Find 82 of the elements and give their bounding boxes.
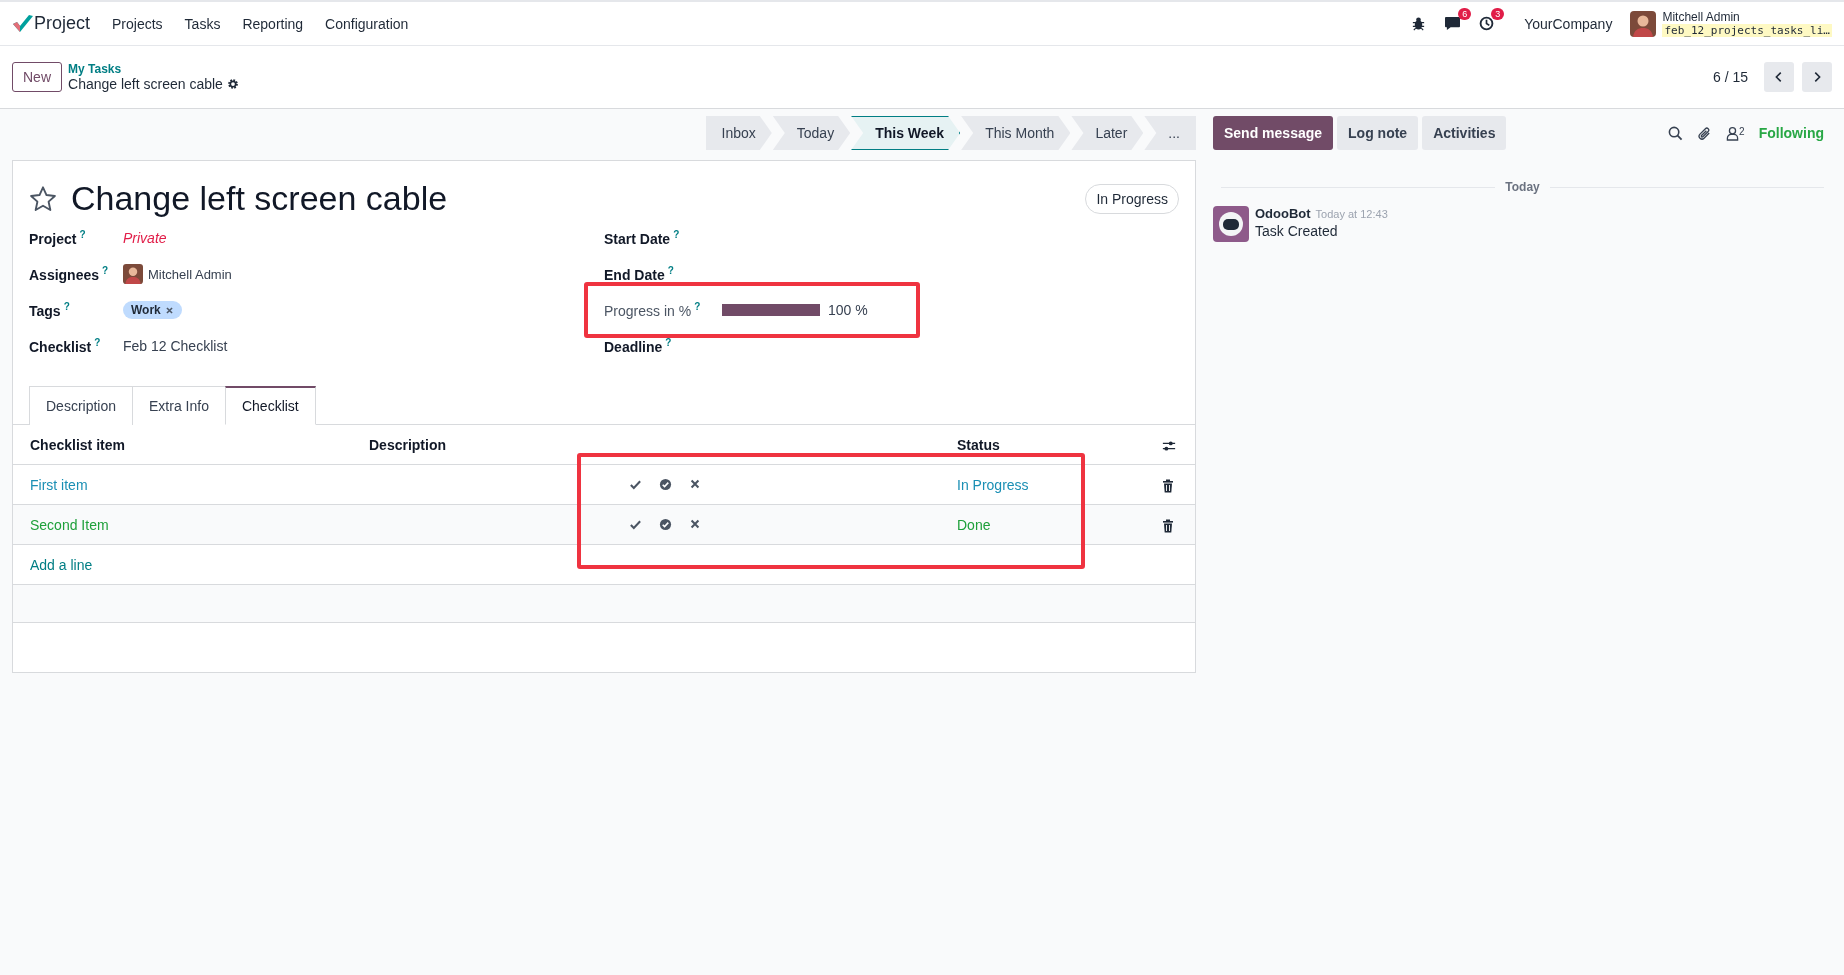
assignee-name[interactable]: Mitchell Admin <box>148 266 232 282</box>
help-mark[interactable]: ? <box>79 229 86 241</box>
record-name: Change left screen cable <box>68 76 223 92</box>
field-label: Checklist <box>29 338 92 355</box>
field-label: Progress in % <box>604 302 692 319</box>
pager-counter[interactable]: 6 / 15 <box>1712 69 1748 85</box>
bot-avatar <box>1213 206 1249 242</box>
help-mark[interactable]: ? <box>94 337 101 349</box>
notebook-tab[interactable]: Extra Info <box>132 386 226 425</box>
message-time: Today at 12:43 <box>1315 208 1388 220</box>
settings-icon[interactable] <box>226 78 239 90</box>
state-badge[interactable]: In Progress <box>1085 183 1179 214</box>
task-title: Change left screen cable <box>71 179 448 218</box>
check-circle-icon[interactable] <box>659 478 672 491</box>
help-mark[interactable]: ? <box>673 229 680 241</box>
company-switcher[interactable]: YourCompany <box>1524 15 1613 32</box>
progress-reading: 100 % <box>828 302 868 318</box>
help-mark[interactable]: ? <box>694 301 701 313</box>
breadcrumb-link[interactable]: My Tasks <box>68 62 239 76</box>
chatter-button[interactable]: Log note <box>1337 116 1419 150</box>
field-label: Assignees <box>29 266 100 283</box>
message-count-badge: 6 <box>1458 8 1472 20</box>
column-header: Description <box>368 436 447 453</box>
assignee-avatar <box>123 264 143 284</box>
date-separator: Today <box>1505 180 1540 194</box>
database-name: feb_12_projects_tasks_li… <box>1662 24 1832 37</box>
field-label: End Date <box>604 266 665 283</box>
field-label: Start Date <box>604 230 671 247</box>
delete-icon[interactable] <box>1162 478 1174 493</box>
app-logo-icon[interactable] <box>12 13 34 34</box>
help-mark[interactable]: ? <box>102 265 109 277</box>
help-mark[interactable]: ? <box>63 301 70 313</box>
column-header: Checklist item <box>29 436 126 453</box>
delete-icon[interactable] <box>1162 518 1174 533</box>
status-stage[interactable]: Later <box>1071 116 1144 150</box>
activity-count-badge: 3 <box>1491 8 1505 20</box>
field-label: Project <box>29 230 77 247</box>
user-name[interactable]: Mitchell Admin <box>1662 10 1832 24</box>
status-stage[interactable]: This Week <box>851 116 961 150</box>
tag-remove-icon[interactable] <box>164 305 174 315</box>
status-stage[interactable]: Today <box>772 116 851 150</box>
followers-icon[interactable] <box>1726 125 1740 141</box>
new-button[interactable]: New <box>12 62 62 92</box>
follower-count: 2 <box>1739 125 1745 137</box>
star-icon[interactable] <box>29 184 57 213</box>
paperclip-icon[interactable] <box>1697 125 1713 141</box>
help-mark[interactable]: ? <box>667 265 674 277</box>
bug-icon[interactable] <box>1411 16 1427 31</box>
field-label: Deadline <box>604 338 663 355</box>
add-line-link[interactable]: Add a line <box>13 556 1195 573</box>
status-cell-text: In Progress <box>956 476 1030 493</box>
status-stage[interactable]: This Month <box>961 116 1071 150</box>
help-mark[interactable]: ? <box>665 337 672 349</box>
chat-icon[interactable] <box>1444 16 1462 31</box>
menu-item[interactable]: Configuration <box>325 15 409 32</box>
notebook-tab[interactable]: Checklist <box>224 386 316 425</box>
menu-item[interactable]: Tasks <box>184 15 221 32</box>
clock-icon[interactable] <box>1479 16 1495 31</box>
menu-item[interactable]: Reporting <box>242 15 304 32</box>
close-icon[interactable] <box>689 518 701 530</box>
chatter-button[interactable]: Send message <box>1213 116 1334 150</box>
user-avatar[interactable] <box>1630 10 1657 37</box>
status-stage[interactable]: ... <box>1144 116 1196 150</box>
field-label: Tags <box>29 302 61 319</box>
tag-chip[interactable]: Work <box>123 301 182 319</box>
check-icon[interactable] <box>629 478 642 491</box>
notebook-tab[interactable]: Description <box>29 386 134 425</box>
table-cell[interactable]: First item <box>13 476 352 493</box>
column-header: Status <box>956 436 1001 453</box>
menu-item[interactable]: Projects <box>112 15 163 32</box>
check-circle-icon[interactable] <box>659 518 672 531</box>
search-icon[interactable] <box>1668 125 1684 141</box>
field-value[interactable]: Feb 12 Checklist <box>123 338 228 354</box>
message-body: Task Created <box>1255 223 1339 239</box>
project-value[interactable]: Private <box>123 230 167 246</box>
status-stage[interactable]: Inbox <box>705 116 772 150</box>
check-icon[interactable] <box>629 518 642 531</box>
chatter-button[interactable]: Activities <box>1422 116 1507 150</box>
close-icon[interactable] <box>689 478 701 490</box>
status-cell-text: Done <box>956 516 992 533</box>
message-author[interactable]: OdooBot <box>1255 206 1311 221</box>
app-name[interactable]: Project <box>34 13 91 34</box>
